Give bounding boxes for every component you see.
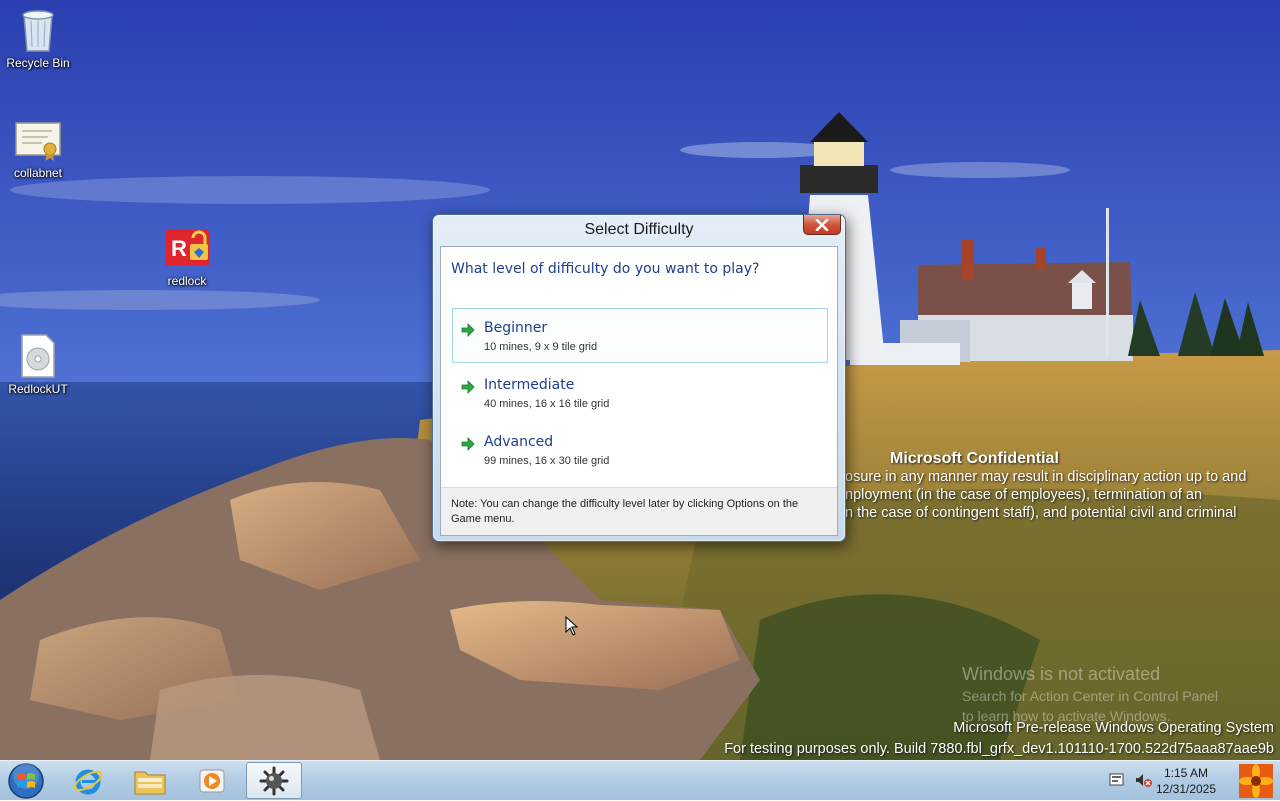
green-arrow-icon	[461, 437, 475, 451]
build-line: Microsoft Pre-release Windows Operating …	[953, 720, 1274, 736]
option-advanced[interactable]: Advanced 99 mines, 16 x 30 tile grid	[452, 422, 828, 477]
windows-start-icon	[8, 763, 44, 799]
activation-title: Windows is not activated	[962, 664, 1161, 684]
desktop-icon-label: RedlockUT	[8, 382, 68, 396]
desktop-icon-label: Recycle Bin	[6, 56, 70, 70]
start-button[interactable]	[4, 762, 48, 800]
build-line: For testing purposes only. Build 7880.fb…	[724, 741, 1274, 757]
confidential-line: nployment (in the case of employees), te…	[845, 487, 1203, 503]
svg-text:R: R	[171, 236, 187, 261]
desktop-icon-collabnet[interactable]: collabnet	[0, 116, 76, 180]
internet-explorer-icon	[73, 769, 103, 794]
dialog-title: Select Difficulty	[584, 221, 694, 238]
clock[interactable]: 1:15 AM 12/31/2025	[1150, 765, 1222, 797]
desktop-icon-label: collabnet	[13, 166, 63, 180]
file-explorer-icon	[134, 771, 166, 794]
desktop-icon-recycle-bin[interactable]: Recycle Bin	[0, 6, 76, 70]
clock-date: 12/31/2025	[1155, 782, 1217, 796]
option-title: Beginner	[484, 320, 548, 336]
option-beginner[interactable]: Beginner 10 mines, 9 x 9 tile grid	[452, 308, 828, 363]
desktop-icon-redlockut[interactable]: RedlockUT	[0, 332, 76, 396]
option-title: Intermediate	[484, 377, 575, 393]
option-description: 40 mines, 16 x 16 tile grid	[484, 398, 610, 410]
close-icon	[815, 218, 829, 231]
dialog-content: What level of difficulty do you want to …	[440, 246, 838, 536]
certificate-icon	[14, 116, 62, 164]
confidential-line: osure in any manner may result in discip…	[845, 469, 1247, 485]
option-description: 10 mines, 9 x 9 tile grid	[484, 341, 598, 353]
desktop-icon-label: redlock	[167, 274, 207, 288]
taskbar-media-player[interactable]	[184, 762, 240, 799]
option-description: 99 mines, 16 x 30 tile grid	[484, 455, 610, 467]
user-picture-flower-icon	[1239, 764, 1273, 798]
option-title: Advanced	[484, 434, 554, 450]
difficulty-note: Note: You can change the difficulty leve…	[441, 487, 837, 535]
desktop-icon-redlock[interactable]: R redlock	[149, 224, 225, 288]
select-difficulty-dialog: Select Difficulty What level of difficul…	[432, 214, 846, 542]
disc-file-icon	[14, 332, 62, 380]
show-desktop-button[interactable]	[1232, 761, 1280, 801]
redlock-app-icon: R	[163, 224, 211, 272]
taskbar: 1:15 AM 12/31/2025	[0, 760, 1280, 800]
recycle-bin-icon	[14, 6, 62, 54]
system-tray: 1:15 AM 12/31/2025	[1100, 761, 1280, 801]
taskbar-internet-explorer[interactable]	[60, 762, 116, 799]
confidential-title: Microsoft Confidential	[890, 450, 1059, 467]
media-player-icon	[199, 769, 225, 792]
option-intermediate[interactable]: Intermediate 40 mines, 16 x 16 tile grid	[452, 365, 828, 420]
difficulty-question: What level of difficulty do you want to …	[451, 261, 760, 277]
taskbar-minesweeper[interactable]	[246, 762, 302, 799]
clock-time: 1:15 AM	[1163, 766, 1209, 780]
close-button[interactable]	[803, 215, 841, 235]
confidential-line: n the case of contingent staff), and pot…	[845, 505, 1237, 521]
action-center-flag-icon[interactable]	[1108, 771, 1126, 789]
activation-line: Search for Action Center in Control Pane…	[962, 688, 1219, 704]
minesweeper-icon	[259, 766, 289, 795]
mouse-cursor-icon	[565, 616, 579, 636]
taskbar-file-explorer[interactable]	[122, 762, 178, 799]
green-arrow-icon	[461, 323, 475, 337]
green-arrow-icon	[461, 380, 475, 394]
